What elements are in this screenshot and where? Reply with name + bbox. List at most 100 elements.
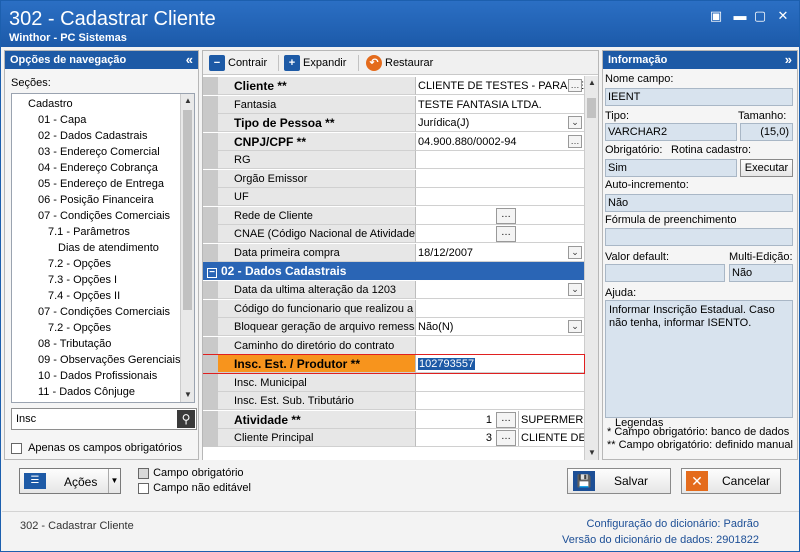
row-value[interactable]: 04.900.880/0002-94… <box>416 132 584 151</box>
scroll-up-icon[interactable]: ▲ <box>181 94 194 108</box>
grid-row[interactable]: Data primeira compra 18/12/2007 ⌄ <box>203 243 584 262</box>
lookup-button[interactable]: … <box>496 226 516 242</box>
restore-icon[interactable]: ▣ <box>708 9 724 23</box>
section-item[interactable]: 06 - Posição Financeira <box>38 192 154 208</box>
scroll-thumb[interactable] <box>183 110 192 310</box>
save-button[interactable]: 💾 Salvar <box>567 468 671 494</box>
grid-scrollbar[interactable]: ▲ ▼ <box>584 76 598 460</box>
row-value[interactable] <box>416 151 584 169</box>
row-value[interactable] <box>416 336 584 355</box>
row-value[interactable]: … <box>416 206 584 225</box>
required-only-checkbox[interactable] <box>11 442 22 454</box>
maximize-icon[interactable]: ▢ <box>752 9 768 23</box>
search-input[interactable]: Insc <box>16 413 36 425</box>
scroll-down-icon[interactable]: ▼ <box>181 388 194 402</box>
section-item[interactable]: 7.3 - Opções I <box>48 272 117 288</box>
lookup-button[interactable]: … <box>496 430 516 446</box>
close-icon[interactable]: ✕ <box>775 9 791 23</box>
ellipsis-button[interactable]: … <box>568 134 582 148</box>
grid-row[interactable]: Caminho do diretório do contrato <box>203 336 584 355</box>
chevron-down-icon[interactable]: ⌄ <box>568 245 582 259</box>
lookup-button[interactable]: … <box>496 207 516 224</box>
collapse-button[interactable]: − Contrair <box>209 54 267 72</box>
restore-button[interactable]: ↶ Restaurar <box>366 54 433 72</box>
section-item[interactable]: 03 - Endereço Comercial <box>38 144 160 160</box>
row-value[interactable] <box>416 299 584 318</box>
row-value[interactable]: 3…CLIENTE DE T <box>416 429 584 447</box>
grid-row[interactable]: Data da ultima alteração da 1203 ⌄ <box>203 281 584 299</box>
actions-split-button[interactable]: ☰ Ações ▼ <box>19 468 121 494</box>
execute-button[interactable]: Executar <box>740 159 793 177</box>
save-label: Salvar <box>614 474 649 488</box>
grid-scroll-down-icon[interactable]: ▼ <box>585 446 598 460</box>
chevron-down-icon[interactable]: ⌄ <box>568 283 582 296</box>
section-item[interactable]: 08 - Tributação <box>38 336 111 352</box>
grid-row[interactable]: CNPJ/CPF ** 04.900.880/0002-94… <box>203 132 584 151</box>
grid-row[interactable]: Rede de Cliente… <box>203 206 584 225</box>
grid-row[interactable]: Insc. Est. / Produtor ** 102793557 <box>203 354 585 374</box>
grid-row[interactable]: CNAE (Código Nacional de Atividade E… <box>203 225 584 243</box>
row-value[interactable]: Não(N) ⌄ <box>416 318 584 336</box>
code-value[interactable]: 1 <box>486 411 492 428</box>
required-only-option[interactable]: Apenas os campos obrigatórios <box>11 442 182 454</box>
grid-scroll-thumb[interactable] <box>587 98 596 118</box>
row-value[interactable]: TESTE FANTASIA LTDA. <box>416 95 584 114</box>
section-item[interactable]: 7.2 - Opções <box>48 320 111 336</box>
grid-row[interactable]: UF <box>203 188 584 206</box>
collapse-panel-icon[interactable]: « <box>186 51 193 69</box>
grid-scroll-up-icon[interactable]: ▲ <box>585 76 598 90</box>
chevron-down-icon[interactable]: ⌄ <box>568 320 582 333</box>
section-item[interactable]: 07 - Condições Comerciais <box>38 208 170 224</box>
grid-row[interactable]: Atividade **1…SUPERMERCA <box>203 410 584 429</box>
row-gutter <box>203 281 218 299</box>
expand-button[interactable]: + Expandir <box>284 54 346 72</box>
grid-row[interactable]: RG <box>203 151 584 169</box>
section-item[interactable]: 05 - Endereço de Entrega <box>38 176 164 192</box>
section-item[interactable]: 09 - Observações Gerenciais <box>38 352 180 368</box>
section-item[interactable]: 01 - Capa <box>38 112 86 128</box>
grid-row[interactable]: Orgão Emissor <box>203 169 584 188</box>
section-item[interactable]: 11 - Dados Cônjuge <box>38 384 135 400</box>
row-value[interactable]: CLIENTE DE TESTES - PARAME… <box>416 77 584 95</box>
row-value[interactable]: Jurídica(J) ⌄ <box>416 114 584 132</box>
grid-row[interactable]: Bloquear geração de arquivo remessa Não(N… <box>203 318 584 336</box>
row-value[interactable]: 102793557 <box>416 355 584 373</box>
grid-row[interactable]: Insc. Municipal <box>203 373 584 392</box>
row-value[interactable]: … <box>416 225 584 243</box>
section-header-dados-cadastrais[interactable]: −02 - Dados Cadastrais <box>203 262 584 280</box>
row-value[interactable]: 18/12/2007 ⌄ <box>416 243 584 262</box>
chevron-down-icon[interactable]: ⌄ <box>568 116 582 129</box>
grid-row[interactable]: Insc. Est. Sub. Tributário <box>203 392 584 410</box>
cancel-button[interactable]: ✕ Cancelar <box>681 468 781 494</box>
expand-panel-icon[interactable]: » <box>785 51 792 69</box>
code-value[interactable]: 3 <box>486 429 492 446</box>
row-value[interactable]: ⌄ <box>416 281 584 299</box>
search-icon[interactable]: ⚲ <box>177 410 195 428</box>
row-value[interactable] <box>416 392 584 410</box>
section-item[interactable]: Dias de atendimento <box>58 240 159 256</box>
grid-row[interactable]: Cliente ** CLIENTE DE TESTES - PARAME… <box>203 77 584 95</box>
section-item[interactable]: 04 - Endereço Cobrança <box>38 160 158 176</box>
grid-row[interactable]: Código do funcionario que realizou a ú <box>203 299 584 318</box>
selected-value[interactable]: 102793557 <box>418 358 476 370</box>
row-value[interactable] <box>416 373 584 392</box>
minimize-icon[interactable]: ▬ <box>732 9 748 23</box>
ellipsis-button[interactable]: … <box>568 79 582 92</box>
row-value[interactable]: 1…SUPERMERCA <box>416 410 584 429</box>
section-item[interactable]: 7.2 - Opções <box>48 256 111 272</box>
section-item[interactable]: 02 - Dados Cadastrais <box>38 128 147 144</box>
section-item[interactable]: 10 - Dados Profissionais <box>38 368 157 384</box>
section-item[interactable]: Cadastro <box>28 96 73 112</box>
lookup-button[interactable]: … <box>496 411 516 428</box>
row-value[interactable] <box>416 188 584 206</box>
grid-row[interactable]: Fantasia TESTE FANTASIA LTDA. <box>203 95 584 114</box>
actions-dropdown-icon[interactable]: ▼ <box>108 469 120 493</box>
row-value[interactable] <box>416 169 584 188</box>
grid-row[interactable]: Tipo de Pessoa ** Jurídica(J) ⌄ <box>203 114 584 132</box>
section-item[interactable]: 7.1 - Parâmetros <box>48 224 130 240</box>
tree-scrollbar[interactable]: ▲ ▼ <box>180 94 194 402</box>
section-item[interactable]: 07 - Condições Comerciais <box>38 304 170 320</box>
grid-row[interactable]: Cliente Principal3…CLIENTE DE T <box>203 429 584 447</box>
section-item[interactable]: 7.4 - Opções II <box>48 288 120 304</box>
collapse-section-icon[interactable]: − <box>207 268 217 278</box>
